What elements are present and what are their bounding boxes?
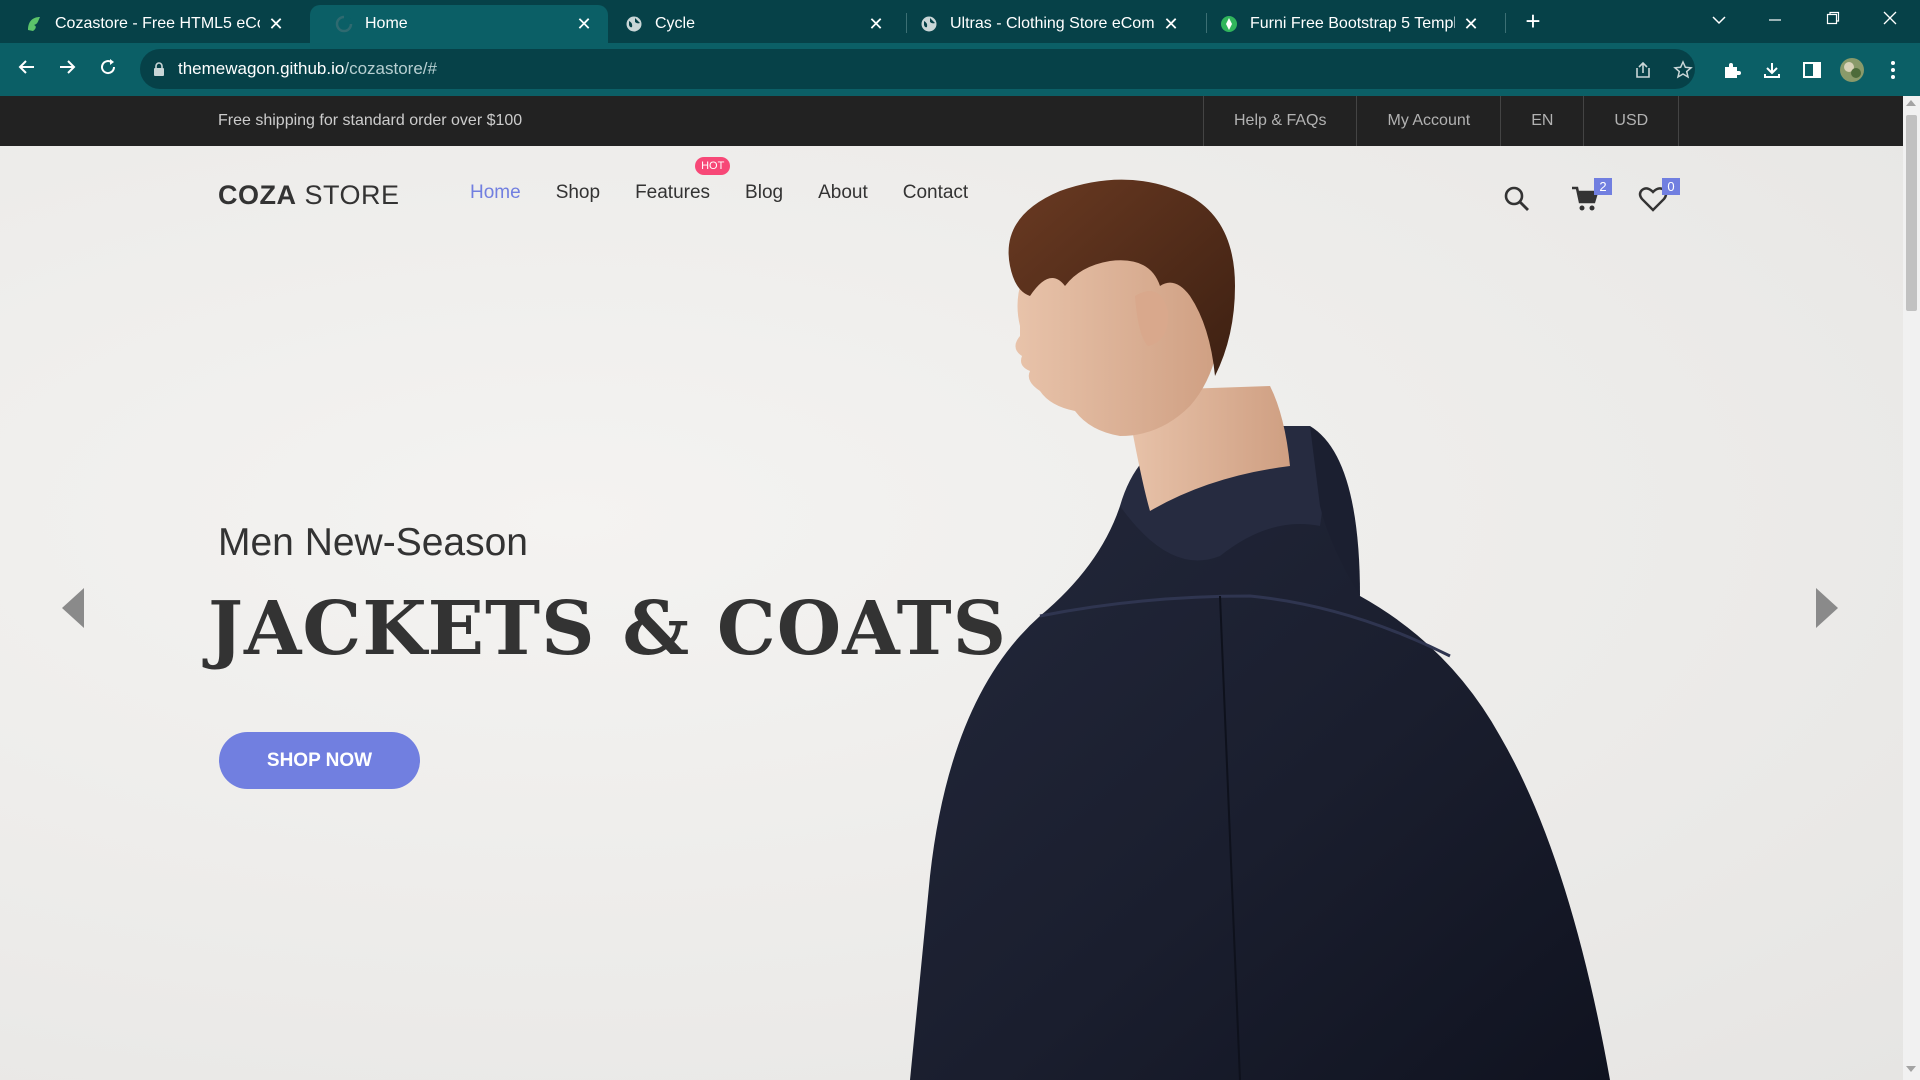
menu-item-shop[interactable]: Shop [556,182,600,204]
help-faqs-link[interactable]: Help & FAQs [1204,96,1358,146]
top-bar-links: Help & FAQs My Account EN USD [1203,96,1680,146]
menu-item-label: Features [635,182,711,203]
url-host: themewagon.github.io [178,59,345,78]
close-tab-icon[interactable]: ✕ [266,14,286,34]
site-logo[interactable]: COZA STORE [218,180,400,211]
tab-title: Cycle [655,15,696,32]
page-viewport: Free shipping for standard order over $1… [0,96,1920,1080]
cart-button[interactable]: 2 [1570,178,1612,216]
back-button[interactable] [13,56,41,84]
profile-avatar[interactable] [1839,57,1865,83]
menu-item-features[interactable]: Features HOT [635,157,731,204]
logo-light: STORE [296,180,400,210]
minimize-button[interactable] [1760,6,1790,36]
tab-title: Ultras - Clothing Store eCommerc [950,15,1155,32]
top-bar: Free shipping for standard order over $1… [0,96,1903,146]
new-tab-button[interactable]: + [1520,8,1546,35]
download-icon[interactable] [1759,57,1785,83]
wishlist-button[interactable]: 0 [1638,178,1680,216]
globe-icon [920,15,938,33]
search-icon[interactable] [1502,184,1534,216]
shop-now-button[interactable]: SHOP NOW [219,732,420,789]
currency-link[interactable]: USD [1584,96,1680,146]
main-menu: Home Shop Features HOT Blog About Contac… [470,157,1003,204]
browser-tab-home[interactable]: Home ✕ [310,5,608,43]
hero-title: JACKETS & COATS [208,586,1008,672]
scroll-down-arrow-icon[interactable] [1906,1066,1916,1072]
cart-count-badge: 2 [1594,178,1612,195]
browser-tab-ultras[interactable]: Ultras - Clothing Store eCommerc ✕ [895,5,1195,43]
hero-slider: COZA STORE Home Shop Features HOT Blog A… [0,146,1903,1080]
cozastore-favicon-icon [25,15,43,33]
menu-item-contact[interactable]: Contact [903,182,968,204]
address-bar[interactable]: themewagon.github.io/cozastore/# [140,49,1695,89]
tab-title: Cozastore - Free HTML5 eComm [55,15,260,32]
browser-tab-cozastore[interactable]: Cozastore - Free HTML5 eComm ✕ [0,5,300,43]
globe-icon [625,15,643,33]
side-panel-icon[interactable] [1799,57,1825,83]
browser-tab-strip: Cozastore - Free HTML5 eComm ✕ Home ✕ Cy… [0,0,1920,43]
extensions-icon[interactable] [1719,57,1745,83]
close-tab-icon[interactable]: ✕ [866,14,886,34]
site-header: COZA STORE Home Shop Features HOT Blog A… [0,146,1903,246]
close-tab-icon[interactable]: ✕ [1161,14,1181,34]
shipping-notice: Free shipping for standard order over $1… [218,112,523,129]
menu-item-blog[interactable]: Blog [745,182,783,204]
browser-menu-icon[interactable] [1880,57,1906,83]
forward-button[interactable] [53,56,81,84]
browser-tab-cycle[interactable]: Cycle ✕ [600,5,900,43]
menu-item-about[interactable]: About [818,182,868,204]
close-window-button[interactable] [1875,6,1905,36]
hot-badge: HOT [695,157,731,175]
hero-subtitle: Men New-Season [218,521,528,564]
reload-button[interactable] [94,56,122,84]
language-link[interactable]: EN [1501,96,1585,146]
close-tab-icon[interactable]: ✕ [574,14,594,34]
lock-icon[interactable] [152,61,166,77]
browser-toolbar: themewagon.github.io/cozastore/# [0,43,1920,96]
logo-bold: COZA [218,180,297,210]
browser-tab-furni[interactable]: Furni Free Bootstrap 5 Template f ✕ [1195,5,1495,43]
slider-prev-arrow-icon[interactable] [62,588,84,628]
hero-model-image [910,179,1610,1080]
close-tab-icon[interactable]: ✕ [1461,14,1481,34]
url-text[interactable]: themewagon.github.io/cozastore/# [178,59,437,79]
slider-next-arrow-icon[interactable] [1816,588,1838,628]
my-account-link[interactable]: My Account [1357,96,1502,146]
url-path: /cozastore/# [344,59,437,78]
scroll-up-arrow-icon[interactable] [1906,100,1916,106]
restore-button[interactable] [1818,6,1848,36]
scrollbar-thumb[interactable] [1906,115,1917,311]
menu-item-home[interactable]: Home [470,182,521,204]
loading-icon [335,15,353,33]
tab-title: Home [365,15,408,32]
tab-search-icon[interactable] [1704,6,1734,36]
furni-favicon-icon [1220,15,1238,33]
wishlist-count-badge: 0 [1662,178,1680,195]
tab-title: Furni Free Bootstrap 5 Template f [1250,15,1455,32]
bookmark-star-icon[interactable] [1670,57,1696,83]
share-icon[interactable] [1630,57,1656,83]
